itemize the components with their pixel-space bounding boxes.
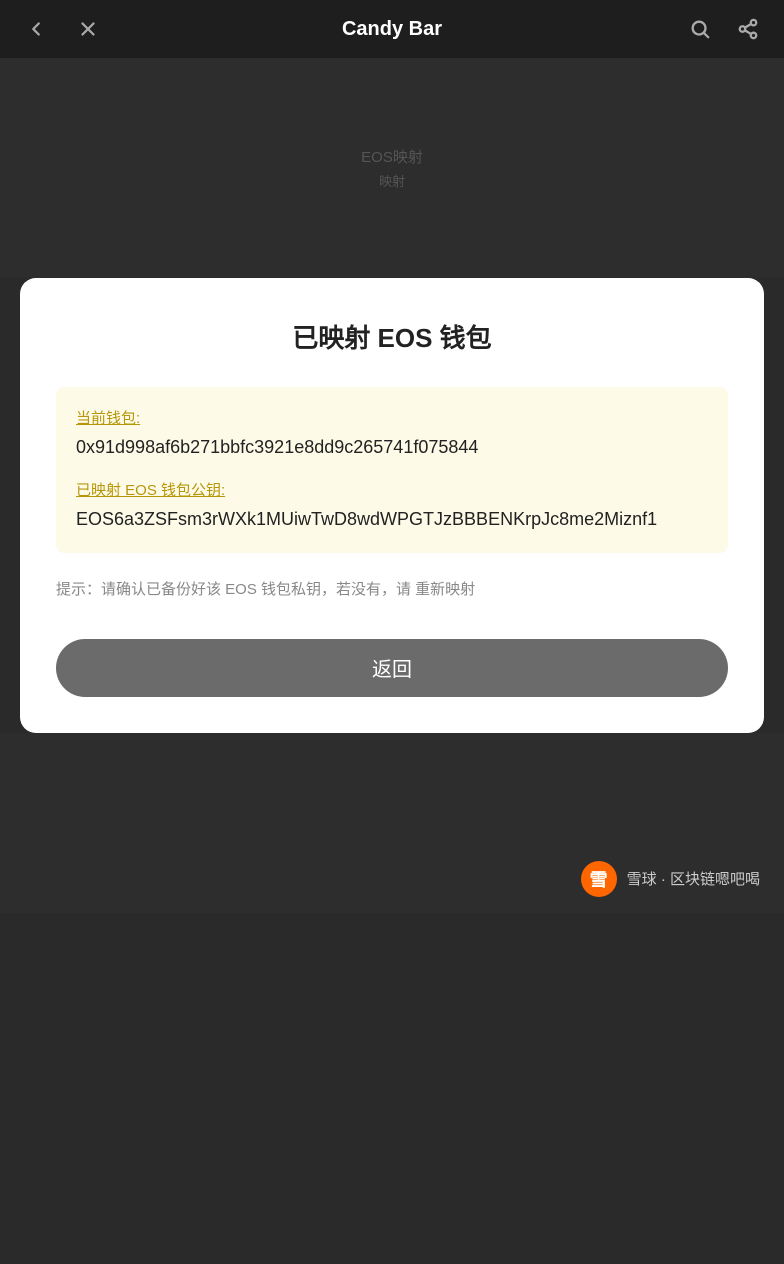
share-icon bbox=[737, 18, 759, 40]
header: Candy Bar bbox=[0, 0, 784, 58]
footer-brand: 雪 雪球 · 区块链嗯吧喝 bbox=[581, 861, 760, 897]
info-box: 当前钱包: 0x91d998af6b271bbfc3921e8dd9c26574… bbox=[56, 387, 728, 553]
dark-area-inner: EOS映射 映射 bbox=[361, 146, 423, 190]
eos-label: 已映射 EOS 钱包公钥: bbox=[76, 479, 708, 500]
dark-background-top: EOS映射 映射 bbox=[0, 58, 784, 278]
brand-logo: 雪 bbox=[581, 861, 617, 897]
close-icon bbox=[77, 18, 99, 40]
eos-value: EOS6a3ZSFsm3rWXk1MUiwTwD8wdWPGTJzBBBENKr… bbox=[76, 506, 708, 533]
header-title: Candy Bar bbox=[342, 18, 442, 41]
search-button[interactable] bbox=[684, 13, 716, 45]
hint-text: 提示：请确认已备份好该 EOS 钱包私钥，若没有，请 重新映射 bbox=[56, 577, 728, 603]
brand-logo-text: 雪 bbox=[590, 866, 608, 892]
close-button[interactable] bbox=[72, 13, 104, 45]
search-icon bbox=[689, 18, 711, 40]
placeholder-1: EOS映射 bbox=[361, 146, 423, 167]
modal-title: 已映射 EOS 钱包 bbox=[56, 318, 728, 355]
share-button[interactable] bbox=[732, 13, 764, 45]
header-right bbox=[684, 13, 764, 45]
placeholder-2: 映射 bbox=[379, 171, 405, 190]
wallet-value: 0x91d998af6b271bbfc3921e8dd9c265741f0758… bbox=[76, 434, 708, 461]
back-button[interactable] bbox=[20, 13, 52, 45]
modal-card: 已映射 EOS 钱包 当前钱包: 0x91d998af6b271bbfc3921… bbox=[20, 278, 764, 733]
dark-background-bottom: 雪 雪球 · 区块链嗯吧喝 bbox=[0, 733, 784, 913]
header-left bbox=[20, 13, 104, 45]
back-icon bbox=[25, 18, 47, 40]
return-button[interactable]: 返回 bbox=[56, 639, 728, 697]
brand-name: 雪球 · 区块链嗯吧喝 bbox=[627, 868, 760, 889]
wallet-label: 当前钱包: bbox=[76, 407, 708, 428]
